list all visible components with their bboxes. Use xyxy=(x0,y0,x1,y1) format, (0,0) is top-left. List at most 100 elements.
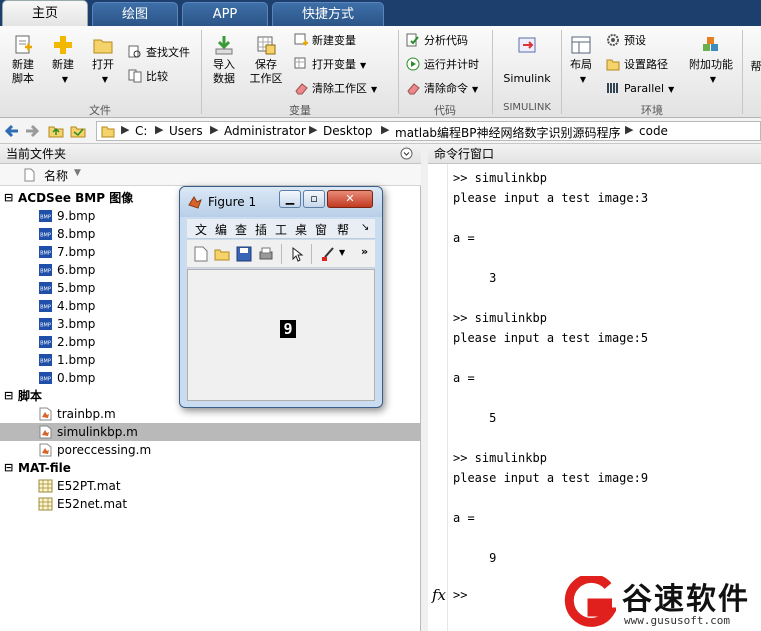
new-figure-icon[interactable] xyxy=(193,246,209,262)
figure-canvas[interactable]: 9 xyxy=(187,269,375,401)
collapse-icon[interactable]: ⊟ xyxy=(4,459,13,477)
list-item[interactable]: E52PT.mat xyxy=(0,477,421,495)
figure-window[interactable]: Figure 1 ▁ ▫ ✕ 文 编 查 插 工 桌 窗 帮 ↘ ▼ » 9 xyxy=(179,186,383,408)
help-label: 帮 xyxy=(750,60,761,73)
browse-folder-icon[interactable] xyxy=(70,123,86,139)
parallel-icon xyxy=(607,83,618,93)
menu-desktop[interactable]: 桌 xyxy=(295,221,307,238)
open-file-icon[interactable] xyxy=(214,246,230,262)
bmp-file-icon: BMP xyxy=(39,282,52,294)
simulink-button[interactable]: Simulink xyxy=(500,34,554,86)
file-name: 7.bmp xyxy=(57,245,96,259)
file-name: simulinkbp.m xyxy=(57,425,138,439)
code-group-label: 代码 xyxy=(434,104,456,117)
menu-edit[interactable]: 编 xyxy=(215,221,227,238)
toolbar-overflow-icon[interactable]: » xyxy=(361,245,368,258)
simulink-label: Simulink xyxy=(503,72,551,85)
open-button[interactable]: 打开 ▼ xyxy=(86,34,120,87)
menu-overflow-icon[interactable]: ↘ xyxy=(361,222,369,233)
back-arrow-icon[interactable] xyxy=(4,123,20,139)
menu-help[interactable]: 帮 xyxy=(337,221,349,238)
panel-menu-icon[interactable] xyxy=(400,147,413,160)
new-variable-button[interactable]: 新建变量 xyxy=(294,32,356,50)
compare-button[interactable]: 比较 xyxy=(128,68,168,86)
bmp-file-icon: BMP xyxy=(39,354,52,366)
save-icon[interactable] xyxy=(236,246,252,262)
tab-home[interactable]: 主页 xyxy=(2,0,88,26)
new-script-icon xyxy=(15,35,32,54)
find-files-icon xyxy=(128,45,141,58)
list-item[interactable]: E52net.mat xyxy=(0,495,421,513)
menu-file[interactable]: 文 xyxy=(195,221,207,238)
file-group-label: 文件 xyxy=(89,104,111,117)
menu-insert[interactable]: 插 xyxy=(255,221,267,238)
brush-icon[interactable] xyxy=(319,246,337,262)
column-header[interactable]: 名称 ▼ xyxy=(0,164,421,186)
minimize-button[interactable]: ▁ xyxy=(279,190,301,208)
bmp-file-icon: BMP xyxy=(39,300,52,312)
open-variable-button[interactable]: 打开变量 ▼ xyxy=(294,56,366,74)
find-files-button[interactable]: 查找文件 xyxy=(128,44,190,62)
collapse-icon[interactable]: ⊟ xyxy=(4,387,13,405)
save-workspace-button[interactable]: 保存 工作区 xyxy=(246,34,286,86)
breadcrumb-code[interactable]: code xyxy=(639,124,668,138)
name-column-label: 名称 xyxy=(44,169,69,183)
breadcrumb-project[interactable]: matlab编程BP神经网络数字识别源码程序 xyxy=(395,124,621,141)
svg-text:BMP: BMP xyxy=(40,215,51,221)
help-button[interactable]: 帮 xyxy=(748,60,761,74)
path-separator-icon: ▶ xyxy=(121,123,130,136)
parallel-button[interactable]: Parallel ▼ xyxy=(606,80,674,98)
preferences-button[interactable]: 预设 xyxy=(606,32,646,50)
pointer-icon[interactable] xyxy=(289,246,305,262)
new-button[interactable]: 新建 ▼ xyxy=(46,34,80,87)
watermark-name: 谷速软件 xyxy=(622,582,750,617)
command-line: 9 xyxy=(453,551,497,565)
tab-apps[interactable]: APP xyxy=(182,2,268,26)
run-and-time-button[interactable]: 运行并计时 xyxy=(406,56,479,74)
breadcrumb-users[interactable]: Users xyxy=(169,124,203,138)
list-item[interactable]: simulinkbp.m xyxy=(0,423,421,441)
bmp-file-icon: BMP xyxy=(39,372,52,384)
forward-arrow-icon[interactable] xyxy=(24,123,40,139)
file-name: 9.bmp xyxy=(57,209,96,223)
mat-file-icon xyxy=(38,479,53,493)
compare-icon xyxy=(128,69,142,83)
file-icon xyxy=(24,168,35,182)
maximize-button[interactable]: ▫ xyxy=(303,190,325,208)
clear-commands-button[interactable]: 清除命令 ▼ xyxy=(406,80,478,98)
figure-titlebar[interactable]: Figure 1 ▁ ▫ ✕ xyxy=(180,187,382,217)
set-path-button[interactable]: 设置路径 xyxy=(606,56,668,74)
chevron-down-icon[interactable]: ▼ xyxy=(339,248,345,257)
save-workspace-label: 保存 工作区 xyxy=(249,58,283,85)
path-input[interactable]: ▶ C: ▶ Users ▶ Administrator ▶ Desktop ▶… xyxy=(96,121,761,141)
menu-view[interactable]: 查 xyxy=(235,221,247,238)
tab-plots[interactable]: 绘图 xyxy=(92,2,178,26)
tab-shortcuts[interactable]: 快捷方式 xyxy=(272,2,384,26)
layout-button[interactable]: 布局 ▼ xyxy=(566,34,596,87)
breadcrumb-administrator[interactable]: Administrator xyxy=(224,124,306,138)
menu-tools[interactable]: 工 xyxy=(275,221,287,238)
breadcrumb-c[interactable]: C: xyxy=(135,124,147,138)
maximize-icon: ▫ xyxy=(310,192,318,205)
up-folder-icon[interactable] xyxy=(48,123,64,139)
svg-text:BMP: BMP xyxy=(40,287,51,293)
group-mat[interactable]: ⊟ MAT-file xyxy=(0,459,421,477)
command-prompt[interactable]: >> xyxy=(453,588,467,602)
close-button[interactable]: ✕ xyxy=(327,190,373,208)
analyze-code-button[interactable]: 分析代码 xyxy=(406,32,468,50)
breadcrumb-desktop[interactable]: Desktop xyxy=(323,124,373,138)
clear-workspace-button[interactable]: 清除工作区 ▼ xyxy=(294,80,377,98)
chevron-down-icon: ▼ xyxy=(61,75,69,84)
list-item[interactable]: poreccessing.m xyxy=(0,441,421,459)
preferences-label: 预设 xyxy=(624,34,646,47)
fx-icon[interactable]: fx xyxy=(432,586,446,604)
path-separator-icon: ▶ xyxy=(309,123,318,136)
collapse-icon[interactable]: ⊟ xyxy=(4,189,13,207)
print-icon[interactable] xyxy=(258,246,274,262)
command-window-panel: 命令行窗口 >> simulinkbp please input a test i… xyxy=(428,144,761,631)
menu-window[interactable]: 窗 xyxy=(315,221,327,238)
new-script-button[interactable]: 新建 脚本 xyxy=(6,34,40,86)
addons-button[interactable]: 附加功能 ▼ xyxy=(686,34,736,87)
import-data-button[interactable]: 导入 数据 xyxy=(207,34,241,86)
minimize-icon: ▁ xyxy=(285,192,295,205)
